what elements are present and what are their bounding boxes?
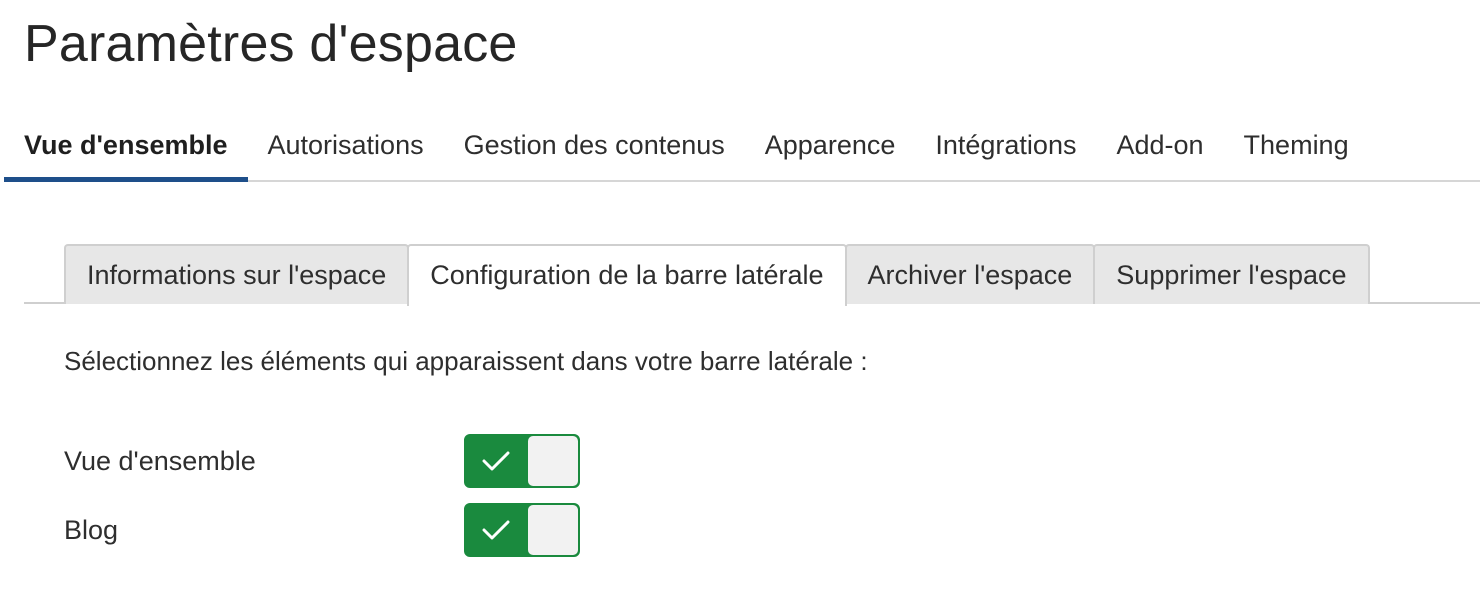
tab-add-on[interactable]: Add-on: [1096, 110, 1223, 180]
sidebar-item-blog-row: Blog: [64, 503, 624, 557]
tab-overview[interactable]: Vue d'ensemble: [4, 110, 248, 182]
tab-permissions[interactable]: Autorisations: [248, 110, 444, 180]
tab-theming[interactable]: Theming: [1224, 110, 1369, 180]
subtab-archive-space[interactable]: Archiver l'espace: [844, 244, 1096, 304]
check-icon: [482, 520, 510, 540]
check-icon: [482, 451, 510, 471]
overview-toggle[interactable]: [464, 434, 580, 488]
top-tabs: Vue d'ensemble Autorisations Gestion des…: [4, 110, 1480, 182]
blog-toggle[interactable]: [464, 503, 580, 557]
tab-appearance[interactable]: Apparence: [745, 110, 916, 180]
sidebar-item-label: Vue d'ensemble: [64, 445, 256, 476]
tab-integrations[interactable]: Intégrations: [915, 110, 1096, 180]
sidebar-instructions: Sélectionnez les éléments qui apparaisse…: [64, 346, 868, 376]
sub-tabs-bar: Informations sur l'espace Configuration …: [24, 242, 1480, 306]
sidebar-item-overview-row: Vue d'ensemble: [64, 434, 624, 488]
toggle-knob: [528, 505, 578, 555]
tab-content-management[interactable]: Gestion des contenus: [444, 110, 745, 180]
sub-tabs: Informations sur l'espace Configuration …: [64, 242, 1370, 306]
subtab-sidebar-config[interactable]: Configuration de la barre latérale: [407, 244, 847, 306]
subtab-delete-space[interactable]: Supprimer l'espace: [1093, 244, 1370, 304]
page-title: Paramètres d'espace: [24, 15, 518, 73]
subtab-space-info[interactable]: Informations sur l'espace: [64, 244, 410, 304]
sidebar-item-label: Blog: [64, 514, 119, 545]
toggle-knob: [528, 436, 578, 486]
space-settings-page: Paramètres d'espace Vue d'ensemble Autor…: [0, 0, 1480, 590]
